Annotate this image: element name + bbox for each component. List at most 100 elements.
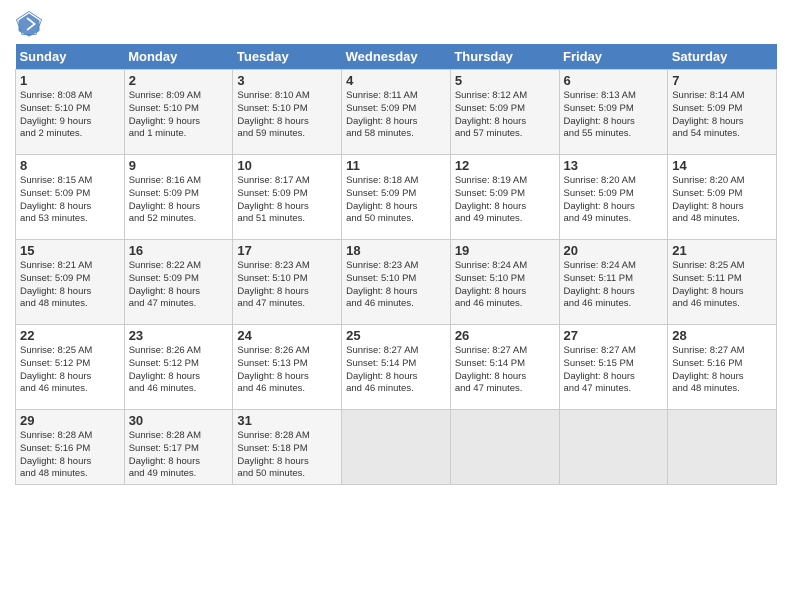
- day-cell: 22Sunrise: 8:25 AMSunset: 5:12 PMDayligh…: [16, 325, 125, 410]
- day-cell: 8Sunrise: 8:15 AMSunset: 5:09 PMDaylight…: [16, 155, 125, 240]
- daylight-text: Daylight: 8 hoursand 48 minutes.: [20, 286, 91, 310]
- week-row-2: 8Sunrise: 8:15 AMSunset: 5:09 PMDaylight…: [16, 155, 777, 240]
- day-cell: 2 Sunrise: 8:09 AMSunset: 5:10 PMDaylight…: [124, 70, 233, 155]
- day-cell: 10Sunrise: 8:17 AMSunset: 5:09 PMDayligh…: [233, 155, 342, 240]
- col-header-tuesday: Tuesday: [233, 44, 342, 70]
- day-cell: 7Sunrise: 8:14 AMSunset: 5:09 PMDaylight…: [668, 70, 777, 155]
- daylight-text: Daylight: 8 hoursand 57 minutes.: [455, 116, 526, 140]
- sunrise-text: Sunrise: 8:27 AM: [564, 345, 636, 356]
- day-number: 12: [455, 158, 555, 173]
- day-info: Sunrise: 8:14 AMSunset: 5:09 PMDaylight:…: [672, 90, 772, 141]
- day-number: 28: [672, 328, 772, 343]
- sunrise-text: Sunrise: 8:11 AM: [346, 90, 418, 101]
- sunrise-text: Sunrise: 8:17 AM: [237, 175, 309, 186]
- day-number: 11: [346, 158, 446, 173]
- day-info: Sunrise: 8:09 AMSunset: 5:10 PMDaylight:…: [129, 90, 229, 141]
- day-number: 23: [129, 328, 229, 343]
- sunrise-text: Sunrise: 8:27 AM: [672, 345, 744, 356]
- day-cell: 28Sunrise: 8:27 AMSunset: 5:16 PMDayligh…: [668, 325, 777, 410]
- day-number: 24: [237, 328, 337, 343]
- day-number: 19: [455, 243, 555, 258]
- day-cell: 24Sunrise: 8:26 AMSunset: 5:13 PMDayligh…: [233, 325, 342, 410]
- sunset-text: Sunset: 5:10 PM: [346, 273, 416, 284]
- sunrise-text: Sunrise: 8:27 AM: [455, 345, 527, 356]
- sunrise-text: Sunrise: 8:18 AM: [346, 175, 418, 186]
- sunrise-text: Sunrise: 8:14 AM: [672, 90, 744, 101]
- col-header-saturday: Saturday: [668, 44, 777, 70]
- sunset-text: Sunset: 5:13 PM: [237, 358, 307, 369]
- daylight-text: Daylight: 8 hoursand 46 minutes.: [346, 371, 417, 395]
- week-row-4: 22Sunrise: 8:25 AMSunset: 5:12 PMDayligh…: [16, 325, 777, 410]
- daylight-text: Daylight: 8 hoursand 48 minutes.: [672, 371, 743, 395]
- sunset-text: Sunset: 5:09 PM: [672, 103, 742, 114]
- day-info: Sunrise: 8:23 AMSunset: 5:10 PMDaylight:…: [346, 260, 446, 311]
- daylight-text: Daylight: 8 hoursand 49 minutes.: [455, 201, 526, 225]
- day-number: 26: [455, 328, 555, 343]
- day-number: 4: [346, 73, 446, 88]
- day-cell: 4Sunrise: 8:11 AMSunset: 5:09 PMDaylight…: [342, 70, 451, 155]
- day-cell: 30Sunrise: 8:28 AMSunset: 5:17 PMDayligh…: [124, 410, 233, 485]
- day-info: Sunrise: 8:17 AMSunset: 5:09 PMDaylight:…: [237, 175, 337, 226]
- day-info: Sunrise: 8:28 AMSunset: 5:16 PMDaylight:…: [20, 430, 120, 481]
- day-info: Sunrise: 8:26 AMSunset: 5:13 PMDaylight:…: [237, 345, 337, 396]
- day-info: Sunrise: 8:24 AMSunset: 5:11 PMDaylight:…: [564, 260, 664, 311]
- day-number: 30: [129, 413, 229, 428]
- sunset-text: Sunset: 5:09 PM: [346, 103, 416, 114]
- sunset-text: Sunset: 5:10 PM: [455, 273, 525, 284]
- day-number: 15: [20, 243, 120, 258]
- day-info: Sunrise: 8:13 AMSunset: 5:09 PMDaylight:…: [564, 90, 664, 141]
- daylight-text: Daylight: 8 hoursand 48 minutes.: [672, 201, 743, 225]
- day-number: 2: [129, 73, 229, 88]
- day-cell: 16Sunrise: 8:22 AMSunset: 5:09 PMDayligh…: [124, 240, 233, 325]
- sunrise-text: Sunrise: 8:20 AM: [564, 175, 636, 186]
- day-cell: 31Sunrise: 8:28 AMSunset: 5:18 PMDayligh…: [233, 410, 342, 485]
- day-info: Sunrise: 8:27 AMSunset: 5:14 PMDaylight:…: [346, 345, 446, 396]
- sunset-text: Sunset: 5:09 PM: [237, 188, 307, 199]
- daylight-text: Daylight: 8 hoursand 50 minutes.: [346, 201, 417, 225]
- col-header-monday: Monday: [124, 44, 233, 70]
- page-container: SundayMondayTuesdayWednesdayThursdayFrid…: [0, 0, 792, 495]
- day-cell: 6 Sunrise: 8:13 AMSunset: 5:09 PMDaylight…: [559, 70, 668, 155]
- daylight-text: Daylight: 8 hoursand 53 minutes.: [20, 201, 91, 225]
- daylight-text: Daylight: 8 hoursand 59 minutes.: [237, 116, 308, 140]
- sunrise-text: Sunrise: 8:25 AM: [20, 345, 92, 356]
- sunrise-text: Sunrise: 8:21 AM: [20, 260, 92, 271]
- sunset-text: Sunset: 5:16 PM: [20, 443, 90, 454]
- day-number: 1: [20, 73, 120, 88]
- day-number: 3: [237, 73, 337, 88]
- day-number: 27: [564, 328, 664, 343]
- week-row-1: 1Sunrise: 8:08 AMSunset: 5:10 PMDaylight…: [16, 70, 777, 155]
- daylight-text: Daylight: 8 hoursand 46 minutes.: [564, 286, 635, 310]
- day-number: 6: [564, 73, 664, 88]
- day-number: 10: [237, 158, 337, 173]
- sunset-text: Sunset: 5:14 PM: [346, 358, 416, 369]
- sunrise-text: Sunrise: 8:26 AM: [237, 345, 309, 356]
- day-cell: 21Sunrise: 8:25 AMSunset: 5:11 PMDayligh…: [668, 240, 777, 325]
- day-info: Sunrise: 8:19 AMSunset: 5:09 PMDaylight:…: [455, 175, 555, 226]
- day-cell: 12 Sunrise: 8:19 AMSunset: 5:09 PMDayligh…: [450, 155, 559, 240]
- sunset-text: Sunset: 5:10 PM: [237, 273, 307, 284]
- day-cell: 25Sunrise: 8:27 AMSunset: 5:14 PMDayligh…: [342, 325, 451, 410]
- sunrise-text: Sunrise: 8:09 AM: [129, 90, 201, 101]
- day-cell: 5Sunrise: 8:12 AMSunset: 5:09 PMDaylight…: [450, 70, 559, 155]
- sunset-text: Sunset: 5:09 PM: [564, 188, 634, 199]
- daylight-text: Daylight: 8 hoursand 46 minutes.: [20, 371, 91, 395]
- day-info: Sunrise: 8:18 AMSunset: 5:09 PMDaylight:…: [346, 175, 446, 226]
- day-cell: [450, 410, 559, 485]
- daylight-text: Daylight: 8 hoursand 46 minutes.: [672, 286, 743, 310]
- day-number: 20: [564, 243, 664, 258]
- sunset-text: Sunset: 5:09 PM: [455, 188, 525, 199]
- sunset-text: Sunset: 5:09 PM: [455, 103, 525, 114]
- day-cell: [559, 410, 668, 485]
- col-header-wednesday: Wednesday: [342, 44, 451, 70]
- daylight-text: Daylight: 8 hoursand 46 minutes.: [346, 286, 417, 310]
- daylight-text: Daylight: 8 hoursand 47 minutes.: [564, 371, 635, 395]
- sunrise-text: Sunrise: 8:13 AM: [564, 90, 636, 101]
- day-number: 8: [20, 158, 120, 173]
- day-cell: 18Sunrise: 8:23 AMSunset: 5:10 PMDayligh…: [342, 240, 451, 325]
- sunset-text: Sunset: 5:09 PM: [20, 188, 90, 199]
- sunrise-text: Sunrise: 8:28 AM: [237, 430, 309, 441]
- day-cell: 29Sunrise: 8:28 AMSunset: 5:16 PMDayligh…: [16, 410, 125, 485]
- sunrise-text: Sunrise: 8:20 AM: [672, 175, 744, 186]
- sunrise-text: Sunrise: 8:24 AM: [455, 260, 527, 271]
